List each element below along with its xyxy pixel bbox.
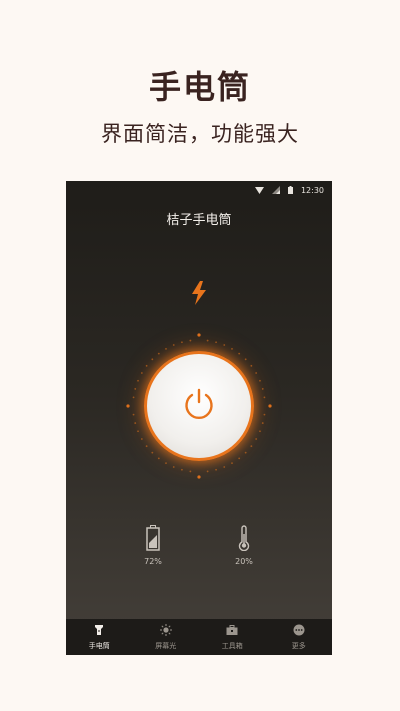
glow-dot [132,413,135,416]
battery-level-icon [146,525,160,553]
glow-dot [140,438,143,440]
glow-dot [140,372,143,374]
glow-dot [137,430,139,433]
glow-dot [172,466,175,468]
glow-dot [132,396,135,399]
power-icon [182,387,216,425]
status-time: 12:30 [300,185,324,195]
phone-screen: 12:30 桔子手电筒 72% 20% 手电筒 屏幕光 工具箱 更多 [66,181,332,655]
glow-dot [181,341,183,344]
glow-dot [189,470,192,473]
glow-dot [250,364,253,367]
tab-label: 工具箱 [221,641,243,650]
glow-dot [165,462,167,465]
glow-dot [259,430,261,433]
temperature-value: 20% [235,557,253,566]
tab-flashlight[interactable]: 手电筒 [66,619,133,655]
battery-stat: 72% [133,525,173,566]
toolbox-icon [226,624,238,638]
tab-screen-light[interactable]: 屏幕光 [133,619,200,655]
glow-dot [126,404,130,408]
glow-dot [157,352,160,355]
app-title: 桔子手电筒 [166,213,232,228]
battery-value: 72% [144,557,162,566]
glow-dot [197,333,201,337]
glow-dot [259,379,261,382]
flashlight-icon [93,624,105,638]
tab-label: 屏幕光 [155,641,177,650]
glow-dot [255,372,258,374]
glow-dot [206,339,209,342]
glow-dot [181,468,183,471]
glow-dot [244,451,247,454]
power-control [124,331,274,481]
glow-dot [238,352,241,355]
glow-dot [151,451,154,454]
status-bar: 12:30 [66,181,332,199]
glow-dot [172,344,175,346]
glow-dot [223,466,226,468]
tab-label: 手电筒 [88,641,110,650]
sun-icon [159,623,172,638]
temperature-stat: 20% [224,525,264,566]
glow-dot [268,404,272,408]
glow-dot [206,470,209,473]
glow-dot [189,339,192,342]
glow-dot [244,358,247,361]
tab-more[interactable]: 更多 [266,619,333,655]
glow-dot [261,422,264,424]
glow-dot [145,445,148,448]
glow-dot [263,413,266,416]
power-button[interactable] [144,351,254,461]
glow-dot [134,388,137,390]
wifi-icon [254,186,264,194]
glow-dot [134,422,137,424]
glow-dot [215,468,217,471]
glow-dot [223,344,226,346]
glow-dot [261,388,264,390]
glow-dot [151,358,154,361]
glow-dot [250,445,253,448]
lightning-bolt-icon[interactable] [189,281,209,309]
glow-dot [145,364,148,367]
glow-dot [231,462,233,465]
tab-label: 更多 [291,641,306,650]
promo-title: 手电筒 [148,68,251,106]
bottom-tab-bar: 手电筒 屏幕光 工具箱 更多 [66,619,332,655]
glow-dot [197,475,201,479]
glow-dot [255,438,258,440]
promo-subtitle: 界面简洁，功能强大 [101,122,299,146]
glow-dot [263,396,266,399]
glow-dot [165,347,167,350]
signal-icon [271,186,280,194]
glow-dot [231,347,233,350]
battery-icon [287,186,293,194]
glow-dot [238,457,241,460]
tab-toolbox[interactable]: 工具箱 [199,619,266,655]
thermometer-icon [237,525,251,553]
glow-dot [137,379,139,382]
more-icon [293,624,305,638]
glow-dot [215,341,217,344]
glow-dot [157,457,160,460]
